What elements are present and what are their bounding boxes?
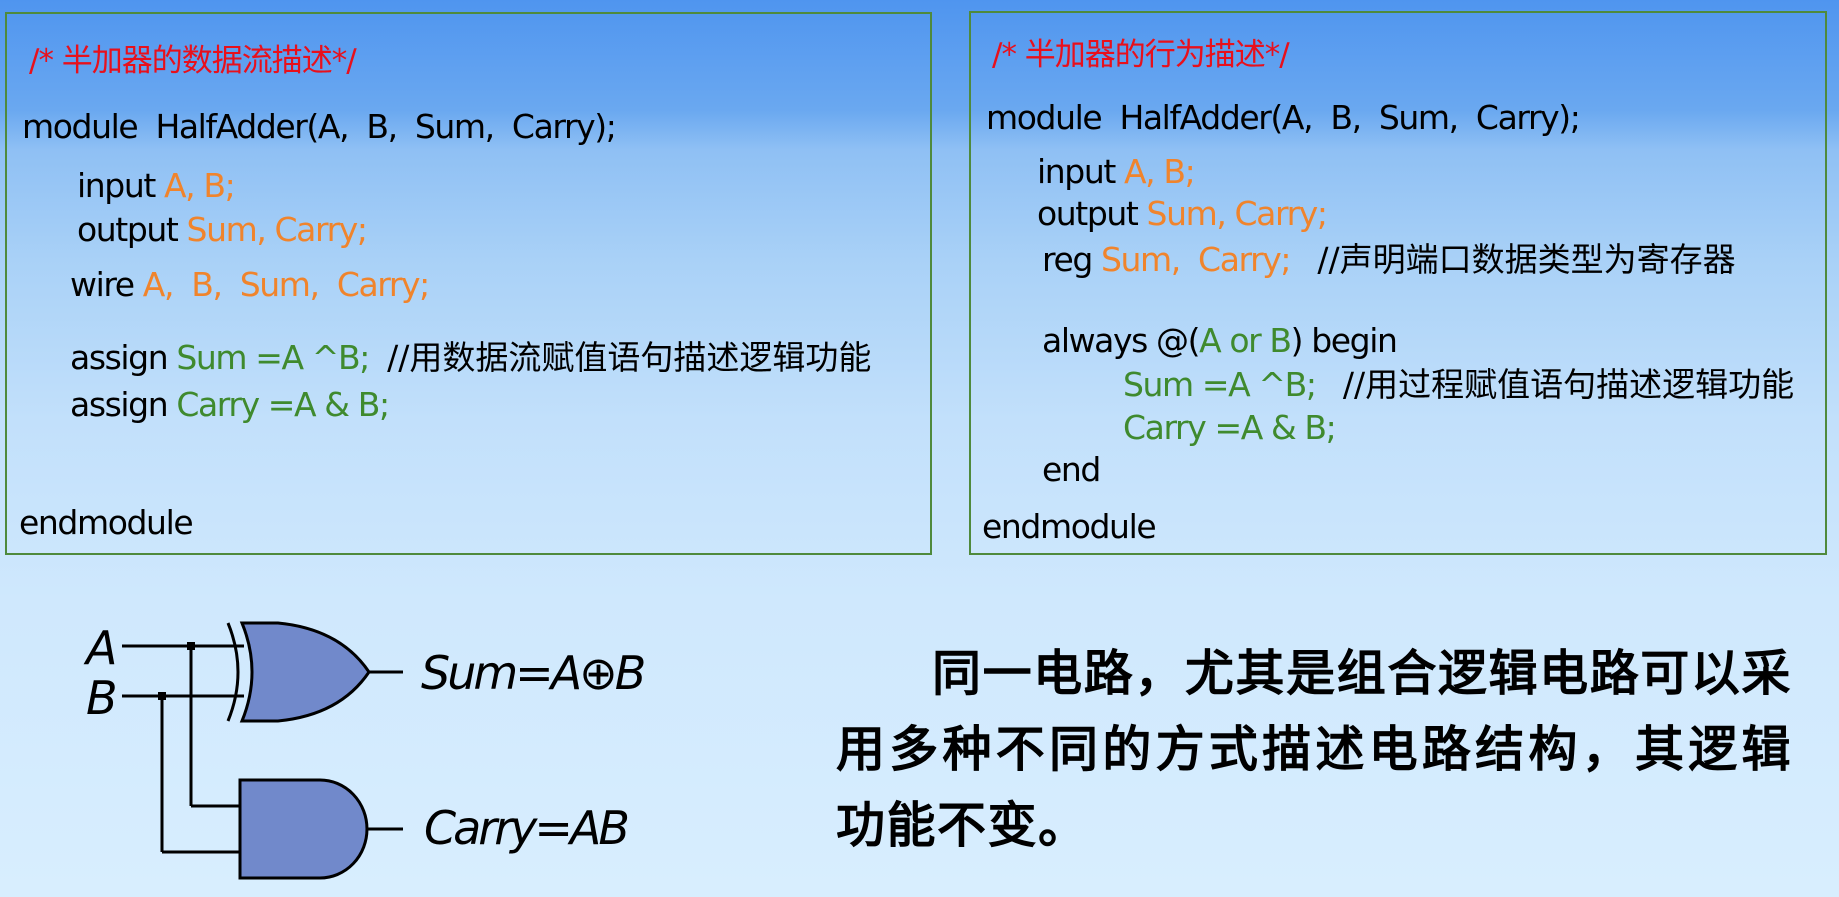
sum-statement: Sum =A ^B; [1123,365,1317,404]
behavioral-comment: /* 半加器的行为描述*/ [992,37,1290,73]
keyword-assign: assign [70,385,177,424]
dataflow-line-comment: //用数据流赋值语句描述逻辑功能 [387,338,872,377]
reg-ports: Sum, Carry; [1100,240,1292,279]
description-paragraph: 同一电路，尤其是组合逻辑电路可以采用多种不同的方式描述电路结构，其逻辑功能不变。 [836,645,1792,854]
keyword-input: input [1037,152,1124,191]
keyword-always: always @( [1042,321,1200,360]
keyword-assign: assign [70,338,177,377]
input-ports: A, B; [163,166,236,205]
carry-expression: Carry =A & B; [176,385,390,424]
reg-declaration: reg Sum, Carry; //声明端口数据类型为寄存器 [1042,243,1736,276]
dataflow-code-panel: /* 半加器的数据流描述*/ module HalfAdder(A, B, Su… [5,12,932,555]
junction-a [187,642,195,650]
sensitivity-list: A or B [1199,321,1292,360]
end-keyword: end [1042,450,1101,489]
carry-statement: Carry =A & B; [1123,408,1337,447]
endmodule-keyword: endmodule [982,507,1157,546]
output-declaration: output Sum, Carry; [1037,194,1328,233]
input-ports: A, B; [1123,152,1196,191]
keyword-output: output [77,210,187,249]
assign-carry-line: assign Carry =A & B; [70,385,390,424]
procedural-sum-line: Sum =A ^B; //用过程赋值语句描述逻辑功能 [1123,368,1794,401]
wire-ports: A, B, Sum, Carry; [142,265,431,304]
input-a-label: A [86,621,118,675]
keyword-reg: reg [1042,240,1101,279]
carry-output-label: Carry=AB [424,801,630,855]
xor-gate [239,621,371,723]
module-declaration: module HalfAdder(A, B, Sum, Carry); [986,98,1581,137]
output-declaration: output Sum, Carry; [77,210,368,249]
sum-expression: Sum =A ^B; [176,338,370,377]
always-line: always @(A or B) begin [1042,321,1398,360]
output-ports: Sum, Carry; [186,210,368,249]
xor-input-arc [226,622,240,722]
and-gate [238,778,369,880]
output-ports: Sum, Carry; [1146,194,1328,233]
keyword-input: input [77,166,164,205]
behavioral-line-comment: //用过程赋值语句描述逻辑功能 [1342,365,1795,404]
endmodule-keyword: endmodule [19,503,194,542]
behavioral-code-panel: /* 半加器的行为描述*/ module HalfAdder(A, B, Sum… [969,11,1827,555]
input-b-label: B [86,671,118,725]
module-declaration: module HalfAdder(A, B, Sum, Carry); [22,107,617,146]
keyword-wire: wire [70,265,143,304]
dataflow-comment: /* 半加器的数据流描述*/ [29,43,357,79]
sum-output-label: Sum=A⊕B [421,646,646,700]
keyword-begin: ) begin [1290,321,1398,360]
junction-b [158,692,166,700]
reg-line-comment: //声明端口数据类型为寄存器 [1317,240,1736,279]
input-declaration: input A, B; [1037,152,1196,191]
assign-sum-line: assign Sum =A ^B; //用数据流赋值语句描述逻辑功能 [70,341,871,374]
wire-declaration: wire A, B, Sum, Carry; [70,265,431,304]
input-declaration: input A, B; [77,166,236,205]
keyword-output: output [1037,194,1147,233]
